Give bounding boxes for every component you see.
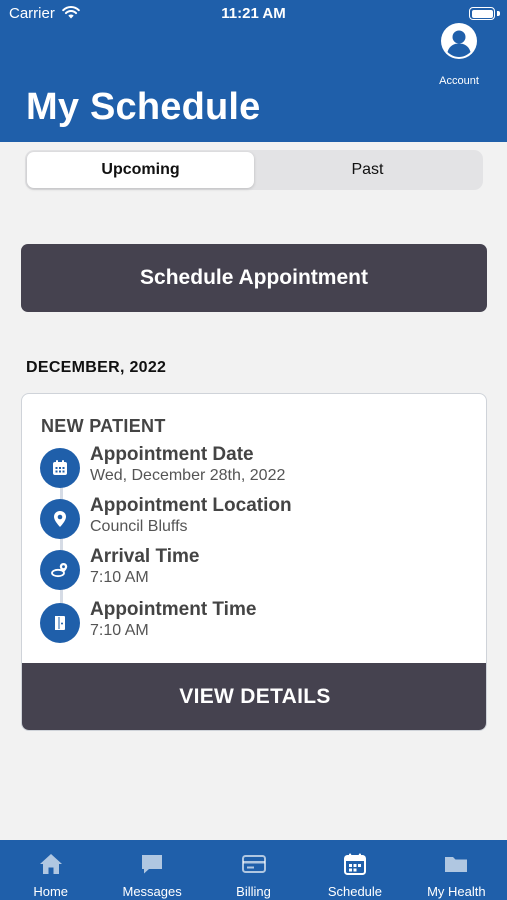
account-avatar-icon <box>441 23 477 59</box>
battery-cap <box>497 11 500 16</box>
appointment-type-title: NEW PATIENT <box>41 416 166 436</box>
messages-icon <box>139 852 165 876</box>
location-pin-icon <box>40 499 80 539</box>
arrival-time-value: 7:10 AM <box>90 569 149 586</box>
tab-schedule[interactable]: Schedule <box>304 840 405 900</box>
tab-my-health[interactable]: My Health <box>406 840 507 900</box>
timeline-connector <box>60 464 63 624</box>
tab-past[interactable]: Past <box>254 152 481 188</box>
tab-messages-label: Messages <box>122 884 182 899</box>
account-button[interactable]: Account <box>430 22 488 87</box>
billing-card-icon <box>241 852 267 876</box>
schedule-calendar-icon <box>342 852 368 876</box>
tab-messages[interactable]: Messages <box>101 840 202 900</box>
status-time: 11:21 AM <box>221 5 286 22</box>
tab-billing[interactable]: Billing <box>203 840 304 900</box>
door-icon <box>40 603 80 643</box>
tab-schedule-label: Schedule <box>327 884 383 899</box>
bottom-tab-bar: Home Messages Billing Schedule My Health <box>0 840 507 900</box>
schedule-appointment-button[interactable]: Schedule Appointment <box>21 244 487 312</box>
page-title: My Schedule <box>26 86 261 128</box>
home-icon <box>38 852 64 876</box>
appointment-date-label: Appointment Date <box>90 444 254 465</box>
appointment-location-value: Council Bluffs <box>90 518 188 535</box>
arrival-icon <box>40 550 80 590</box>
upcoming-past-segmented-control: Upcoming Past <box>25 150 483 190</box>
battery-icon <box>469 7 495 20</box>
tab-billing-label: Billing <box>236 884 271 899</box>
appointment-date-value: Wed, December 28th, 2022 <box>90 467 286 484</box>
appointment-card: NEW PATIENT Appointment Date Wed, Decemb… <box>21 393 487 731</box>
tab-home[interactable]: Home <box>0 840 101 900</box>
folder-icon <box>443 852 469 876</box>
header-bar: Carrier 11:21 AM Account My Schedule <box>0 0 507 142</box>
tab-home-label: Home <box>33 884 69 899</box>
appointment-time-value: 7:10 AM <box>90 622 149 639</box>
tab-my-health-label: My Health <box>427 884 486 899</box>
appointment-time-label: Appointment Time <box>90 599 257 620</box>
arrival-time-label: Arrival Time <box>90 546 200 567</box>
account-label: Account <box>439 75 479 87</box>
calendar-icon <box>40 448 80 488</box>
appointment-location-label: Appointment Location <box>90 495 292 516</box>
month-heading: DECEMBER, 2022 <box>26 359 167 376</box>
view-details-button[interactable]: VIEW DETAILS <box>22 663 486 730</box>
tab-upcoming[interactable]: Upcoming <box>27 152 254 188</box>
